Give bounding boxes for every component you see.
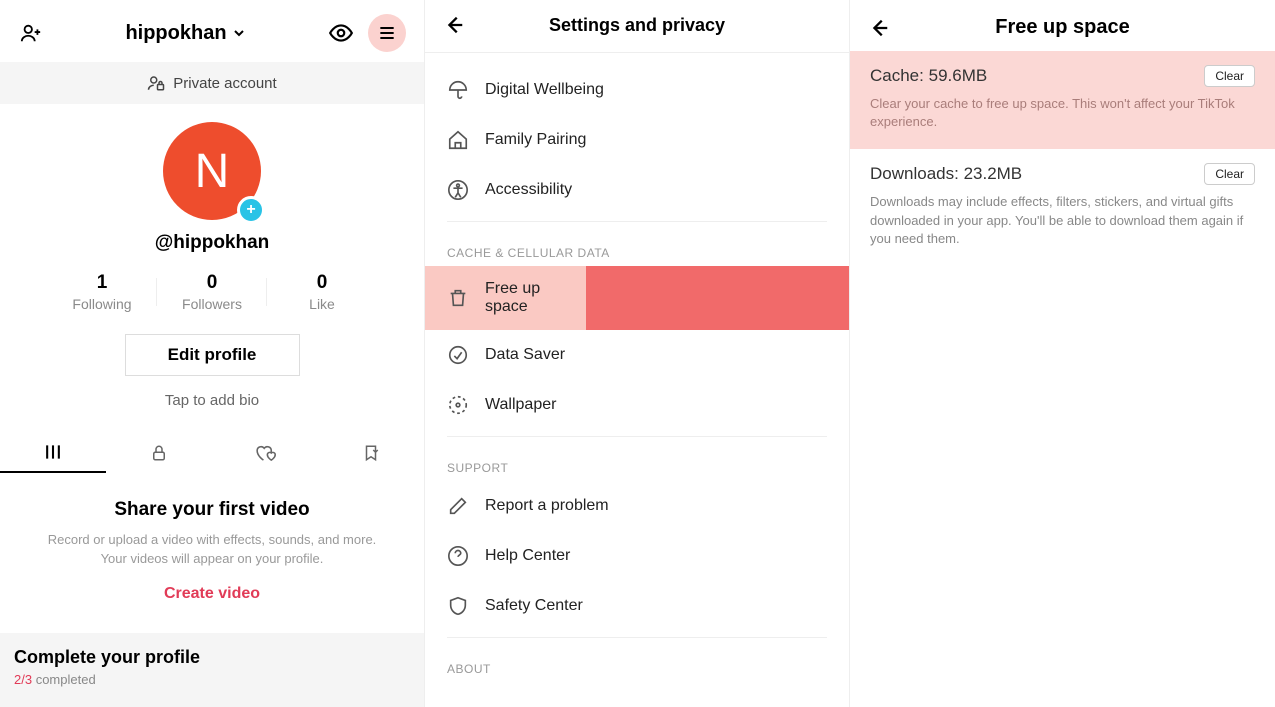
row-digital-wellbeing[interactable]: Digital Wellbeing [425, 65, 849, 115]
section-about: ABOUT [425, 644, 849, 682]
stat-likes[interactable]: 0 Like [267, 272, 377, 312]
empty-state-cta: Share your first video Record or upload … [0, 499, 424, 603]
private-account-bar[interactable]: Private account [0, 62, 424, 104]
cta-subtitle: Record or upload a video with effects, s… [0, 531, 424, 569]
private-account-label: Private account [173, 75, 276, 92]
tab-saved[interactable] [318, 433, 424, 473]
section-cache: CACHE & CELLULAR DATA [425, 228, 849, 266]
stat-following[interactable]: 1 Following [47, 272, 157, 312]
highlight-fill [586, 266, 849, 330]
trash-icon [447, 287, 469, 309]
avatar-letter: N [195, 144, 230, 199]
create-video-button[interactable]: Create video [0, 585, 424, 603]
pencil-icon [447, 495, 469, 517]
stat-followers[interactable]: 0 Followers [157, 272, 267, 312]
chevron-down-icon [231, 25, 247, 41]
downloads-card: Downloads: 23.2MB Clear Downloads may in… [850, 149, 1275, 266]
cache-label: Cache: [870, 66, 924, 85]
row-family-pairing[interactable]: Family Pairing [425, 115, 849, 165]
edit-profile-button[interactable]: Edit profile [125, 334, 300, 376]
data-saver-icon [447, 344, 469, 366]
umbrella-icon [447, 79, 469, 101]
wallpaper-icon [447, 394, 469, 416]
page-title: Settings and privacy [443, 15, 831, 36]
eye-icon[interactable] [328, 20, 354, 46]
cache-desc: Clear your cache to free up space. This … [870, 95, 1255, 131]
settings-screen: Settings and privacy Digital Wellbeing F… [425, 0, 850, 707]
downloads-label: Downloads: [870, 164, 959, 183]
complete-title: Complete your profile [14, 647, 410, 668]
person-lock-icon [147, 74, 165, 92]
home-icon [447, 129, 469, 151]
row-accessibility[interactable]: Accessibility [425, 165, 849, 215]
settings-header: Settings and privacy [425, 0, 849, 46]
tab-private[interactable] [106, 433, 212, 473]
row-safety-center[interactable]: Safety Center [425, 581, 849, 631]
profile-tabs [0, 433, 424, 473]
row-wallpaper[interactable]: Wallpaper [425, 380, 849, 430]
row-free-up-space[interactable]: Free up space [425, 266, 849, 330]
row-data-saver[interactable]: Data Saver [425, 330, 849, 380]
hamburger-menu-button[interactable] [368, 14, 406, 52]
complete-progress: 2/3 [14, 672, 32, 687]
add-bio-button[interactable]: Tap to add bio [0, 392, 424, 409]
profile-header: hippokhan [0, 0, 424, 62]
cache-size: 59.6MB [929, 66, 988, 85]
avatar-add-icon[interactable]: + [237, 196, 265, 224]
handle: @hippokhan [0, 232, 424, 254]
clear-downloads-button[interactable]: Clear [1204, 163, 1255, 185]
downloads-size: 23.2MB [964, 164, 1023, 183]
section-support: SUPPORT [425, 443, 849, 481]
profile-screen: hippokhan Private account N + @hippokhan [0, 0, 425, 707]
complete-profile-card[interactable]: Complete your profile 2/3 completed [0, 633, 424, 707]
tab-liked[interactable] [212, 433, 318, 473]
avatar[interactable]: N + [163, 122, 261, 220]
tab-feed[interactable] [0, 433, 106, 473]
help-icon [447, 545, 469, 567]
cache-card: Cache: 59.6MB Clear Clear your cache to … [850, 51, 1275, 149]
downloads-desc: Downloads may include effects, filters, … [870, 193, 1255, 248]
free-up-space-screen: Free up space Cache: 59.6MB Clear Clear … [850, 0, 1275, 707]
display-name: hippokhan [125, 22, 226, 45]
shield-icon [447, 595, 469, 617]
clear-cache-button[interactable]: Clear [1204, 65, 1255, 87]
accessibility-icon [447, 179, 469, 201]
page-title: Free up space [868, 16, 1257, 39]
row-help-center[interactable]: Help Center [425, 531, 849, 581]
account-switcher[interactable]: hippokhan [125, 22, 246, 45]
row-report-problem[interactable]: Report a problem [425, 481, 849, 531]
add-user-icon[interactable] [18, 20, 44, 46]
profile-stats: 1 Following 0 Followers 0 Like [0, 272, 424, 312]
cta-title: Share your first video [0, 499, 424, 521]
space-header: Free up space [850, 0, 1275, 51]
